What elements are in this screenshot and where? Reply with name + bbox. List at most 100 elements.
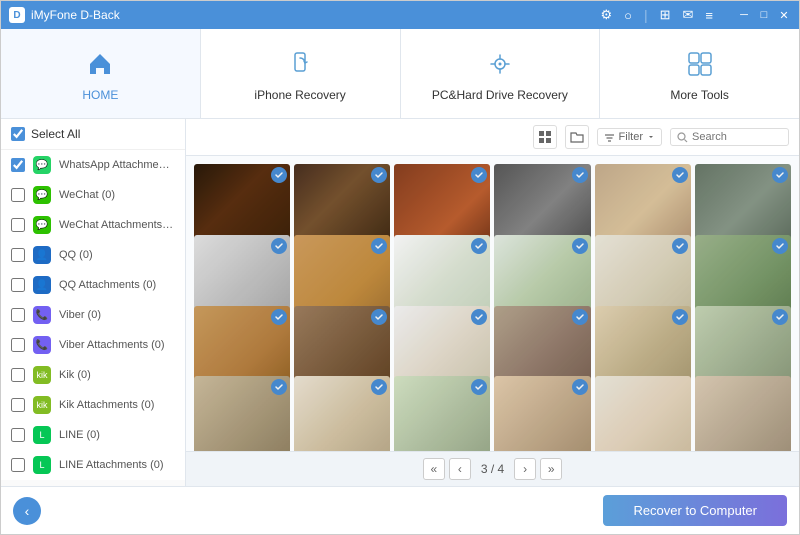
- main-content: Select All 💬 WhatsApp Attachments (2) 💬 …: [1, 119, 799, 486]
- photo-cell[interactable]: [294, 376, 390, 451]
- photo-selected-indicator: [471, 238, 487, 254]
- line-attach-checkbox[interactable]: [11, 458, 25, 472]
- photo-selected-indicator: [572, 238, 588, 254]
- photo-selected-indicator: [471, 167, 487, 183]
- navbar: HOME iPhone Recovery PC&Hard Drive Rec: [1, 29, 799, 119]
- next-page-button[interactable]: ›: [514, 458, 536, 480]
- line-label: LINE (0): [59, 429, 100, 441]
- nav-pc-hard-drive[interactable]: PC&Hard Drive Recovery: [401, 29, 601, 118]
- photo-selected-indicator: [371, 167, 387, 183]
- app-title: iMyFone D-Back: [31, 8, 120, 22]
- photo-cell[interactable]: [595, 376, 691, 451]
- photo-selected-indicator: [572, 167, 588, 183]
- sidebar-item-kik[interactable]: kik Kik (0): [1, 360, 185, 390]
- menu-icon[interactable]: ≡: [705, 8, 713, 23]
- first-page-button[interactable]: «: [423, 458, 445, 480]
- photo-selected-indicator: [371, 309, 387, 325]
- filter-label: Filter: [619, 131, 643, 143]
- close-button[interactable]: ✕: [777, 8, 791, 22]
- wechat-label: WeChat (0): [59, 189, 115, 201]
- sidebar-item-wechat[interactable]: 💬 WeChat (0): [1, 180, 185, 210]
- app-logo: D: [9, 7, 25, 23]
- select-all-label: Select All: [31, 127, 80, 141]
- last-page-button[interactable]: »: [540, 458, 562, 480]
- nav-iphone-label: iPhone Recovery: [254, 88, 345, 102]
- content-panel: Filter « ‹ 3 / 4 › »: [186, 119, 799, 486]
- photo-selected-indicator: [471, 379, 487, 395]
- photo-cell[interactable]: [494, 376, 590, 451]
- photo-selected-indicator: [672, 167, 688, 183]
- qq-label: QQ (0): [59, 249, 93, 261]
- nav-more-tools-label: More Tools: [670, 88, 728, 102]
- sidebar-item-line[interactable]: L LINE (0): [1, 420, 185, 450]
- nav-more-tools[interactable]: More Tools: [600, 29, 799, 118]
- line-attach-icon: L: [33, 456, 51, 474]
- line-checkbox[interactable]: [11, 428, 25, 442]
- photo-cell[interactable]: [194, 376, 290, 451]
- viber-attach-checkbox[interactable]: [11, 338, 25, 352]
- sidebar-item-line-attach[interactable]: L LINE Attachments (0): [1, 450, 185, 480]
- sidebar-item-qq[interactable]: 👤 QQ (0): [1, 240, 185, 270]
- settings-icon[interactable]: ⚙: [600, 7, 612, 23]
- viber-label: Viber (0): [59, 309, 101, 321]
- photo-selected-indicator: [271, 167, 287, 183]
- prev-page-button[interactable]: ‹: [449, 458, 471, 480]
- wechat-attach-label: WeChat Attachments (0): [59, 219, 175, 231]
- photo-grid: [186, 156, 799, 451]
- photo-selected-indicator: [371, 238, 387, 254]
- sidebar-item-whatsapp[interactable]: 💬 WhatsApp Attachments (2): [1, 150, 185, 180]
- app-window: D iMyFone D-Back ⚙ ○ | ⊞ ✉ ≡ ─ □ ✕ HOME: [0, 0, 800, 535]
- photo-selected-indicator: [672, 238, 688, 254]
- wechat-attach-checkbox[interactable]: [11, 218, 25, 232]
- home-icon: [82, 46, 118, 82]
- sidebar-item-wechat-attach[interactable]: 💬 WeChat Attachments (0): [1, 210, 185, 240]
- kik-label: Kik (0): [59, 369, 91, 381]
- kik-attach-checkbox[interactable]: [11, 398, 25, 412]
- recover-computer-button[interactable]: Recover to Computer: [603, 495, 787, 526]
- user-icon[interactable]: ○: [624, 8, 632, 23]
- photo-cell[interactable]: [394, 376, 490, 451]
- photo-selected-indicator: [271, 379, 287, 395]
- qq-icon: 👤: [33, 246, 51, 264]
- sidebar-item-viber-attach[interactable]: 📞 Viber Attachments (0): [1, 330, 185, 360]
- line-attach-label: LINE Attachments (0): [59, 459, 164, 471]
- photo-selected-indicator: [371, 379, 387, 395]
- titlebar-icons: ⚙ ○ | ⊞ ✉ ≡ ─ □ ✕: [600, 7, 791, 23]
- maximize-button[interactable]: □: [757, 8, 771, 22]
- viber-attach-icon: 📞: [33, 336, 51, 354]
- kik-checkbox[interactable]: [11, 368, 25, 382]
- whatsapp-checkbox[interactable]: [11, 158, 25, 172]
- photo-cell[interactable]: [695, 376, 791, 451]
- grid-icon[interactable]: ⊞: [660, 7, 671, 23]
- filter-button[interactable]: Filter: [597, 128, 662, 146]
- nav-home[interactable]: HOME: [1, 29, 201, 118]
- sidebar-select-all[interactable]: Select All: [1, 119, 185, 150]
- back-button[interactable]: ‹: [13, 497, 41, 525]
- folder-view-button[interactable]: [565, 125, 589, 149]
- search-input[interactable]: [692, 131, 782, 143]
- kik-attach-icon: kik: [33, 396, 51, 414]
- sidebar-item-qq-attach[interactable]: 👤 QQ Attachments (0): [1, 270, 185, 300]
- whatsapp-label: WhatsApp Attachments (2): [59, 159, 175, 171]
- sidebar-item-kik-attach[interactable]: kik Kik Attachments (0): [1, 390, 185, 420]
- search-box[interactable]: [670, 128, 789, 146]
- photo-selected-indicator: [572, 309, 588, 325]
- kik-attach-label: Kik Attachments (0): [59, 399, 154, 411]
- viber-icon: 📞: [33, 306, 51, 324]
- grid-view-button[interactable]: [533, 125, 557, 149]
- pc-hard-drive-icon: [482, 46, 518, 82]
- photo-selected-indicator: [271, 309, 287, 325]
- wechat-checkbox[interactable]: [11, 188, 25, 202]
- nav-iphone-recovery[interactable]: iPhone Recovery: [201, 29, 401, 118]
- qq-attach-checkbox[interactable]: [11, 278, 25, 292]
- minimize-button[interactable]: ─: [737, 8, 751, 22]
- qq-checkbox[interactable]: [11, 248, 25, 262]
- select-all-checkbox[interactable]: [11, 127, 25, 141]
- viber-checkbox[interactable]: [11, 308, 25, 322]
- nav-home-label: HOME: [82, 88, 118, 102]
- mail-icon[interactable]: ✉: [683, 7, 694, 23]
- qq-attach-label: QQ Attachments (0): [59, 279, 156, 291]
- divider: |: [644, 7, 648, 23]
- whatsapp-icon: 💬: [33, 156, 51, 174]
- sidebar-item-viber[interactable]: 📞 Viber (0): [1, 300, 185, 330]
